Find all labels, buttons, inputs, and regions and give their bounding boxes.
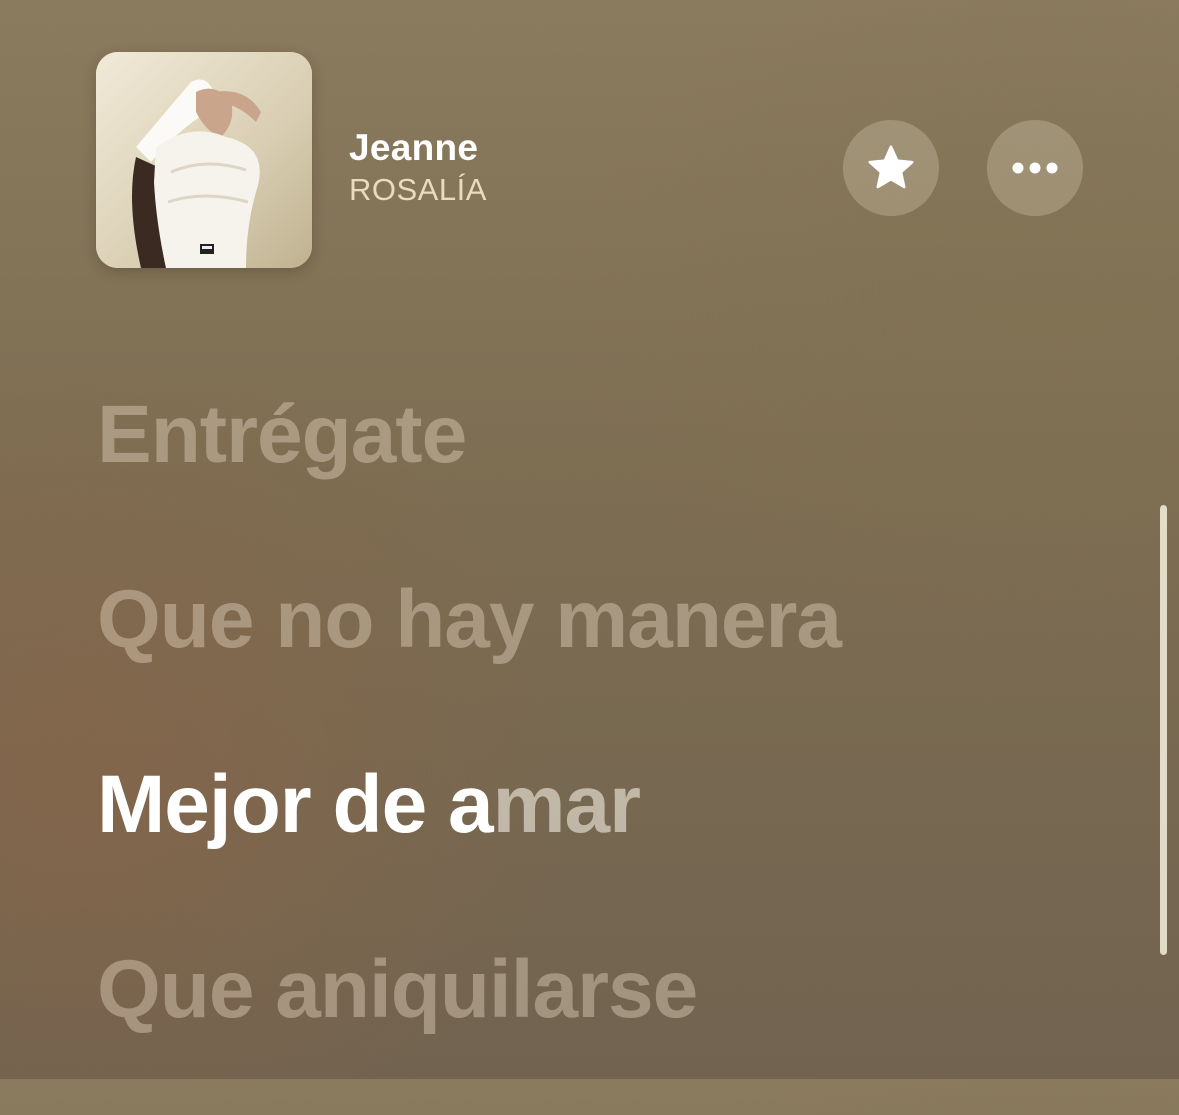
favorite-button[interactable] xyxy=(843,120,939,216)
more-options-button[interactable] xyxy=(987,120,1083,216)
album-cover-image xyxy=(96,52,312,268)
star-icon xyxy=(868,145,914,189)
album-art[interactable] xyxy=(96,52,312,268)
ellipsis-icon xyxy=(1012,162,1058,174)
lyric-sung-part: Mejor de a xyxy=(97,759,494,850)
lyric-line-past[interactable]: Que no hay manera xyxy=(97,560,1137,680)
now-playing-header: Jeanne ROSALÍA xyxy=(96,52,1086,268)
track-info[interactable]: Jeanne ROSALÍA xyxy=(349,126,487,210)
lyric-unsung-part: mar xyxy=(492,759,641,850)
lyric-line-past[interactable]: Entrégate xyxy=(97,375,1137,495)
lyrics-view[interactable]: Entrégate Que no hay manera Mejor de ama… xyxy=(97,375,1137,1115)
lyric-line-current[interactable]: Mejor de amar xyxy=(97,745,1137,865)
lyric-line-upcoming[interactable]: Que aniquilarse xyxy=(97,930,1137,1050)
track-artist: ROSALÍA xyxy=(349,172,487,207)
track-title: Jeanne xyxy=(349,127,479,168)
scrollbar[interactable] xyxy=(1160,505,1167,955)
